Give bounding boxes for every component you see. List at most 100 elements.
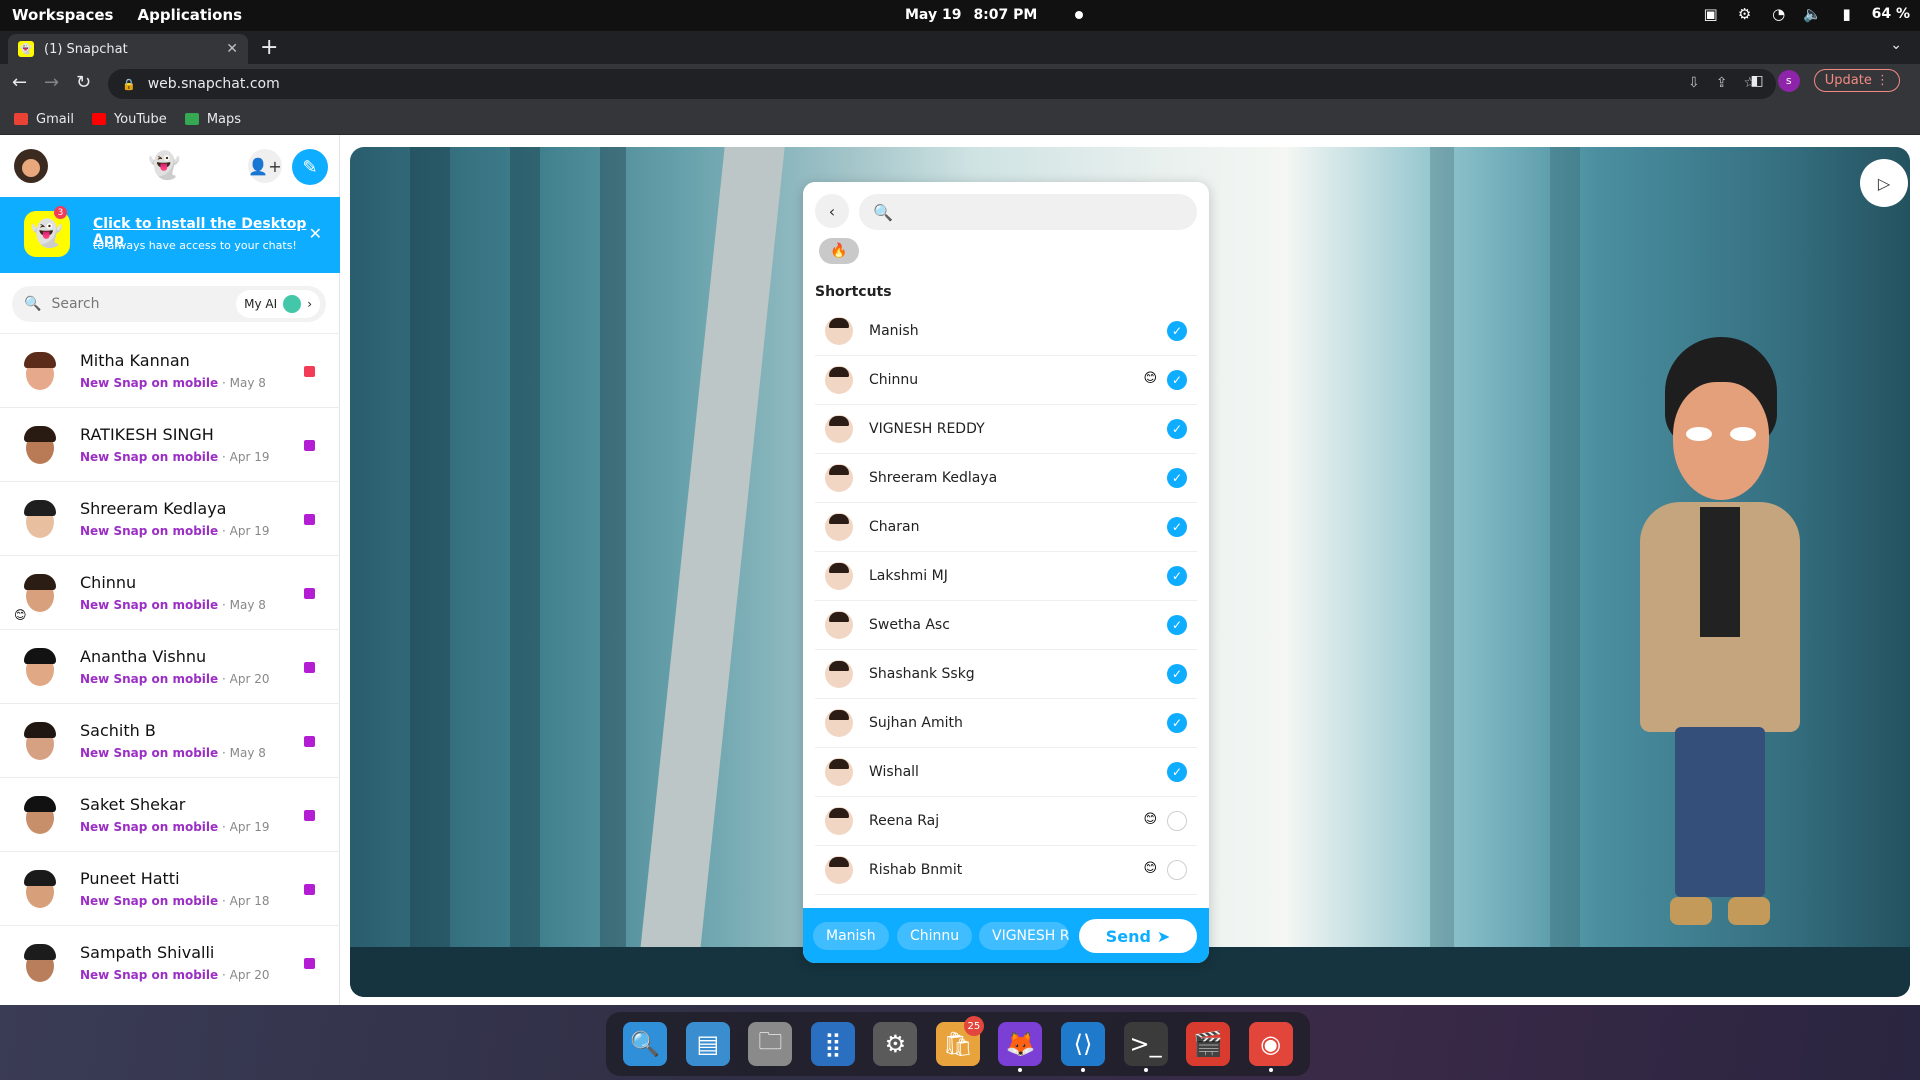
background-window-stripe xyxy=(1430,147,1454,997)
recipient-row[interactable]: Shreeram Kedlaya ✓ xyxy=(815,454,1197,503)
volume-icon[interactable]: 🔈 xyxy=(1803,5,1822,23)
checked-icon[interactable]: ✓ xyxy=(1167,321,1187,341)
gear-icon[interactable]: ⚙ xyxy=(1736,5,1754,23)
tab-snapchat[interactable]: 👻 (1) Snapchat ✕ xyxy=(8,34,248,64)
recipient-row[interactable]: Manish ✓ xyxy=(815,307,1197,356)
close-banner-icon[interactable]: ✕ xyxy=(309,224,322,243)
friend-emoji: 😊 xyxy=(14,608,27,622)
my-ai-button[interactable]: My AI › xyxy=(236,290,320,318)
update-button[interactable]: Update ⋮ xyxy=(1813,69,1900,92)
friend-name: Sampath Shivalli xyxy=(80,943,215,962)
recipient-row[interactable]: Rishab Bnmit 😊 ✓ xyxy=(815,846,1197,895)
recipient-name: VIGNESH REDDY xyxy=(869,421,985,437)
video-editor-app-icon[interactable]: 🎬 xyxy=(1186,1022,1231,1066)
recipient-row[interactable]: Charan ✓ xyxy=(815,503,1197,552)
checked-icon[interactable]: ✓ xyxy=(1167,713,1187,733)
recipient-row[interactable]: VIGNESH REDDY ✓ xyxy=(815,405,1197,454)
snap-status-icon xyxy=(304,884,315,895)
my-bitmoji-avatar[interactable] xyxy=(14,149,48,183)
chrome-app-icon[interactable]: ◉ xyxy=(1248,1022,1293,1072)
recipient-name: Lakshmi MJ xyxy=(869,568,948,584)
clock[interactable]: May 19 8:07 PM xyxy=(905,7,1084,23)
terminal-app-icon[interactable]: >_ xyxy=(1123,1022,1168,1072)
snapchat-ghost-icon[interactable]: 👻 xyxy=(148,151,180,181)
chat-row[interactable]: Mitha Kannan New Snap on mobile · May 8 xyxy=(0,333,340,407)
vscode-app-icon[interactable]: ⟨⟩ xyxy=(1060,1022,1105,1072)
checked-icon[interactable]: ✓ xyxy=(1167,615,1187,635)
wifi-icon[interactable]: ◔ xyxy=(1770,5,1788,23)
selected-chip[interactable]: Chinnu xyxy=(897,922,973,950)
reload-icon[interactable]: ↻ xyxy=(76,72,91,93)
unchecked-circle-icon[interactable]: ✓ xyxy=(1167,811,1187,831)
back-button[interactable]: ‹ xyxy=(815,194,849,228)
background-window-stripe xyxy=(600,147,626,997)
new-chat-button[interactable]: ✎ xyxy=(292,149,328,185)
add-friend-button[interactable]: 👤+ xyxy=(248,149,282,183)
profile-avatar[interactable]: s xyxy=(1777,69,1800,92)
send-button[interactable]: Send ➤ xyxy=(1079,919,1197,953)
update-label: Update xyxy=(1824,73,1872,88)
chat-row[interactable]: Sampath Shivalli New Snap on mobile · Apr… xyxy=(0,925,340,999)
checked-icon[interactable]: ✓ xyxy=(1167,419,1187,439)
chat-row[interactable]: Shreeram Kedlaya New Snap on mobile · Apr… xyxy=(0,481,340,555)
recipient-row[interactable]: Sujhan Amith ✓ xyxy=(815,699,1197,748)
close-tab-icon[interactable]: ✕ xyxy=(226,41,238,57)
update-count-badge: 25 xyxy=(963,1016,984,1036)
recipient-row[interactable]: Shashank Sskg ✓ xyxy=(815,650,1197,699)
play-button[interactable]: ▷ xyxy=(1860,159,1908,207)
recipient-row[interactable]: Swetha Asc ✓ xyxy=(815,601,1197,650)
bitmoji-face xyxy=(1673,382,1769,500)
checked-icon[interactable]: ✓ xyxy=(1167,762,1187,782)
app-grid-icon[interactable]: ⣿ xyxy=(810,1022,855,1066)
address-bar[interactable]: 🔒 web.snapchat.com ⇩ ⇪ ☆ xyxy=(108,69,1776,99)
chat-status-text: New Snap on mobile xyxy=(80,672,219,686)
search-input[interactable]: 🔍 Search My AI › xyxy=(12,286,326,322)
recipient-row[interactable]: Chinnu 😊 ✓ xyxy=(815,356,1197,405)
bookmark-maps[interactable]: Maps xyxy=(184,112,241,127)
forward-arrow-icon[interactable]: → xyxy=(44,72,59,93)
side-panel-icon[interactable]: ◧ xyxy=(1751,73,1764,89)
lock-icon[interactable]: 🔒 xyxy=(122,78,136,91)
firefox-app-icon[interactable]: 🦊 xyxy=(998,1022,1043,1072)
chat-row[interactable]: RATIKESH SINGH New Snap on mobile · Apr 1… xyxy=(0,407,340,481)
checked-icon[interactable]: ✓ xyxy=(1167,517,1187,537)
checked-icon[interactable]: ✓ xyxy=(1167,566,1187,586)
checked-icon[interactable]: ✓ xyxy=(1167,664,1187,684)
avatar-hair xyxy=(24,648,56,664)
bookmark-gmail[interactable]: Gmail xyxy=(14,112,74,127)
search-app-icon[interactable]: 🔍 xyxy=(623,1022,668,1066)
snap-status-icon xyxy=(304,810,315,821)
recipient-name: Sujhan Amith xyxy=(869,715,963,731)
selected-chip[interactable]: VIGNESH R xyxy=(979,922,1069,950)
tab-search-chevron-icon[interactable]: ⌄ xyxy=(1890,37,1902,53)
back-arrow-icon[interactable]: ← xyxy=(12,72,27,93)
chat-row[interactable]: Anantha Vishnu New Snap on mobile · Apr 2… xyxy=(0,629,340,703)
bookmark-youtube[interactable]: YouTube xyxy=(91,112,167,127)
streaks-filter-button[interactable]: 🔥 xyxy=(819,238,859,264)
install-desktop-banner[interactable]: 👻 3 Click to install the Desktop App to … xyxy=(0,197,340,273)
new-tab-button[interactable]: + xyxy=(260,35,278,60)
unchecked-circle-icon[interactable]: ✓ xyxy=(1167,860,1187,880)
screenshot-app-icon[interactable]: ▤ xyxy=(685,1022,730,1066)
share-icon[interactable]: ⇪ xyxy=(1716,75,1728,91)
battery-icon[interactable]: ▮ xyxy=(1838,5,1856,23)
recipient-row[interactable]: Reena Raj 😊 ✓ xyxy=(815,797,1197,846)
checked-icon[interactable]: ✓ xyxy=(1167,370,1187,390)
chat-row[interactable]: Saket Shekar New Snap on mobile · Apr 19 xyxy=(0,777,340,851)
selected-chip[interactable]: Manish xyxy=(813,922,889,950)
display-icon[interactable]: ▣ xyxy=(1702,5,1720,23)
workspaces-menu[interactable]: Workspaces xyxy=(12,6,113,24)
recipient-row[interactable]: Lakshmi MJ ✓ xyxy=(815,552,1197,601)
recipient-search-input[interactable]: 🔍 xyxy=(859,194,1197,230)
send-arrow-icon: ➤ xyxy=(1156,926,1171,946)
applications-menu[interactable]: Applications xyxy=(137,6,242,24)
install-app-icon[interactable]: ⇩ xyxy=(1688,75,1700,91)
checked-icon[interactable]: ✓ xyxy=(1167,468,1187,488)
chat-row[interactable]: Sachith B New Snap on mobile · May 8 xyxy=(0,703,340,777)
chat-row[interactable]: Puneet Hatti New Snap on mobile · Apr 18 xyxy=(0,851,340,925)
software-app-icon[interactable]: 🛍 25 xyxy=(935,1016,984,1066)
files-app-icon[interactable]: 🗀 xyxy=(748,1022,793,1066)
settings-app-icon[interactable]: ⚙ xyxy=(873,1022,918,1066)
chat-row[interactable]: Chinnu New Snap on mobile · May 8 😊 xyxy=(0,555,340,629)
recipient-row[interactable]: Wishall ✓ xyxy=(815,748,1197,797)
